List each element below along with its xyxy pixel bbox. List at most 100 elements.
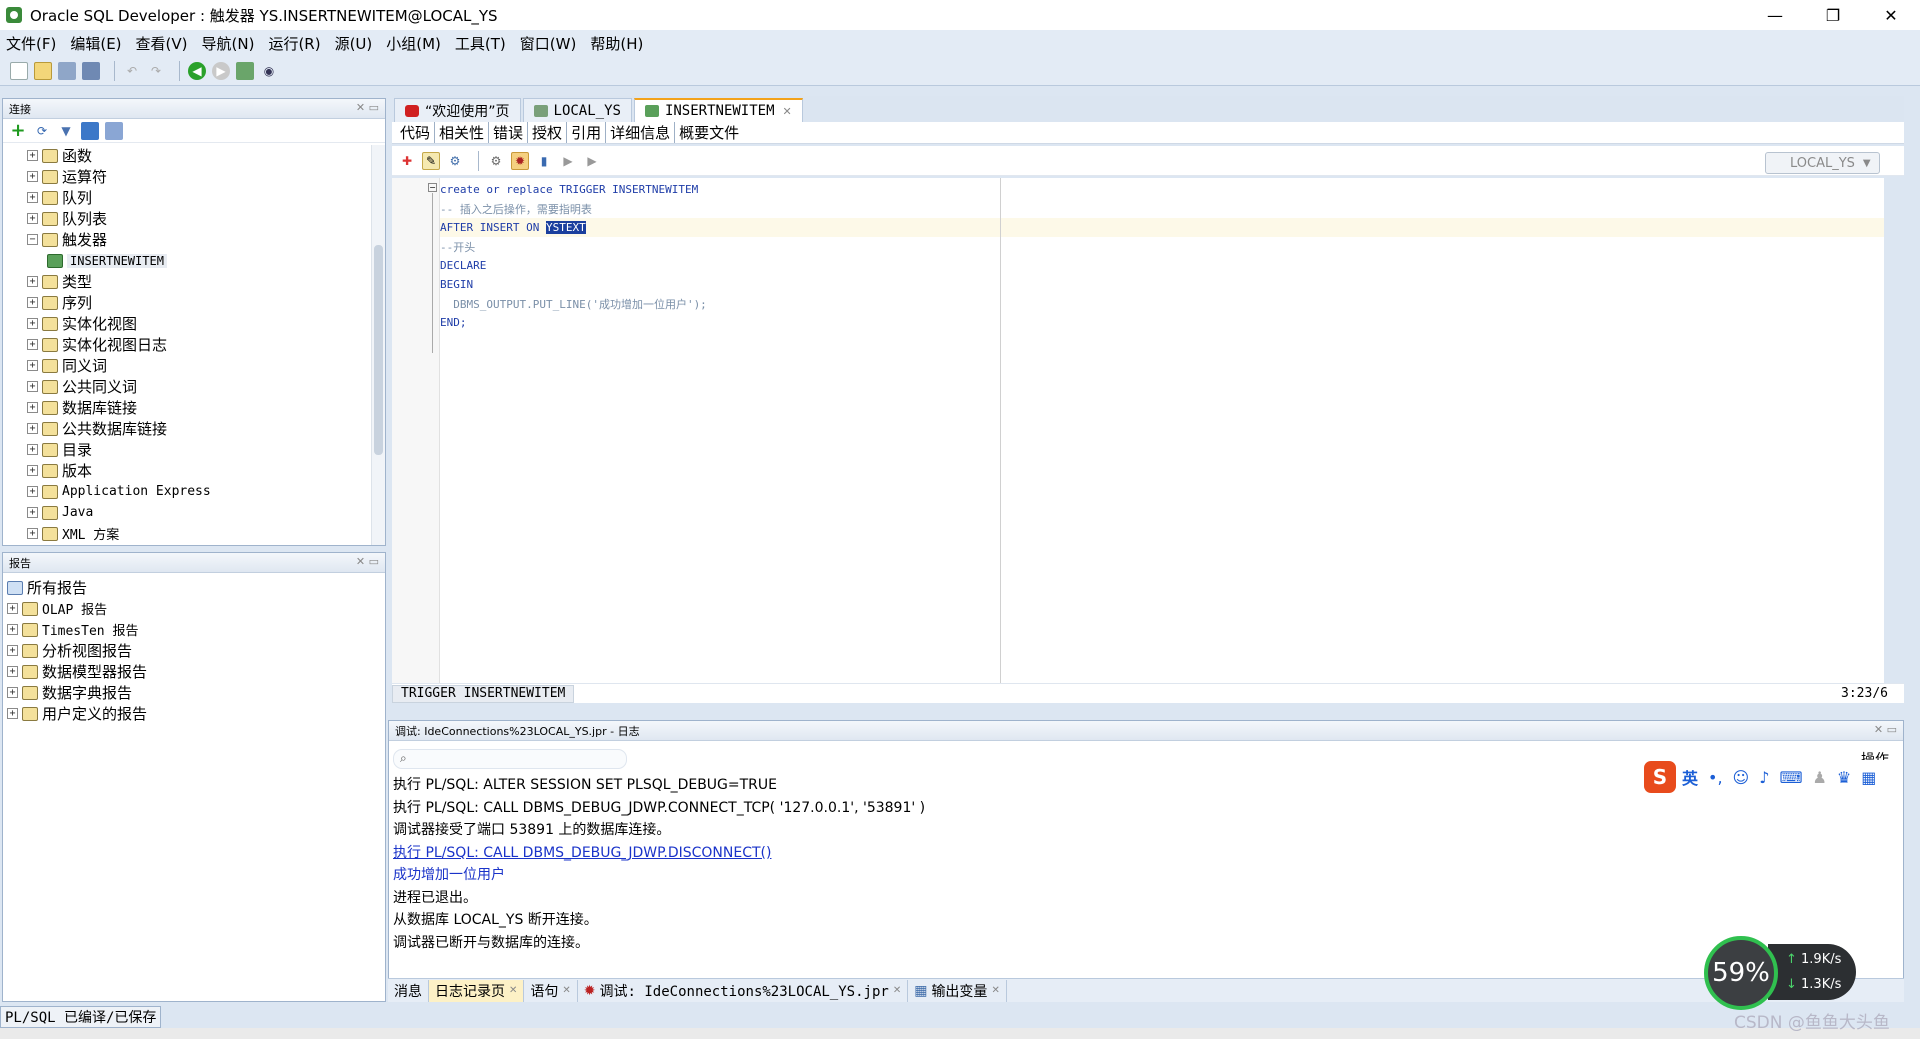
punctuation-icon[interactable]: •, <box>1708 768 1723 787</box>
code-line[interactable]: create or replace TRIGGER INSERTNEWITEM <box>440 180 698 199</box>
expand-icon[interactable]: + <box>7 603 18 614</box>
expand-icon[interactable]: + <box>27 381 38 392</box>
menu-edit[interactable]: 编辑(E) <box>70 33 121 54</box>
tree-item[interactable]: + 队列表 <box>27 208 372 229</box>
menu-tools[interactable]: 工具(T) <box>455 33 506 54</box>
tab-statements[interactable]: 语句 ✕ <box>524 979 578 1002</box>
tree-item[interactable]: + 同义词 <box>27 355 372 376</box>
tree-item[interactable]: + 公共数据库链接 <box>27 418 372 439</box>
schema-browser-icon[interactable] <box>81 121 99 140</box>
edit-icon[interactable]: ✎ <box>422 151 440 170</box>
report-item[interactable]: + 用户定义的报告 <box>7 703 147 724</box>
close-tab-icon[interactable]: ✕ <box>562 985 570 996</box>
emoji-icon[interactable]: ☺ <box>1733 768 1750 787</box>
panel-close-icon[interactable]: ✕ ▭ <box>356 555 379 568</box>
bookmark-icon[interactable]: ▮ <box>535 152 553 170</box>
subtab-details[interactable]: 详细信息 <box>606 122 676 143</box>
menu-help[interactable]: 帮助(H) <box>590 33 643 54</box>
tree-item[interactable]: + 数据库链接 <box>27 397 372 418</box>
save-icon[interactable] <box>58 61 76 80</box>
close-tab-icon[interactable]: ✕ <box>509 985 517 996</box>
compile-icon[interactable]: ⚙ <box>446 152 464 170</box>
pin-icon[interactable]: ✚ <box>398 152 416 170</box>
tree-item[interactable]: + 运算符 <box>27 166 372 187</box>
add-connection-icon[interactable]: + <box>9 120 27 141</box>
tab-local-ys[interactable]: LOCAL_YS <box>522 98 632 122</box>
close-tab-icon[interactable]: ✕ <box>783 105 792 118</box>
tree-item[interactable]: + 目录 <box>27 439 372 460</box>
expand-icon[interactable]: + <box>27 297 38 308</box>
minimize-button[interactable]: — <box>1746 0 1804 30</box>
expand-icon[interactable]: + <box>27 150 38 161</box>
sogou-logo-icon[interactable]: S <box>1644 761 1676 793</box>
redo-icon[interactable]: ↷ <box>147 62 165 80</box>
report-item[interactable]: + 数据字典报告 <box>7 682 147 703</box>
expand-icon[interactable]: + <box>27 192 38 203</box>
expand-icon[interactable]: + <box>27 444 38 455</box>
menu-navigate[interactable]: 导航(N) <box>202 33 255 54</box>
prev-bookmark-icon[interactable]: ▶ <box>559 152 577 170</box>
tab-welcome[interactable]: “欢迎使用”页 <box>394 98 521 122</box>
next-bookmark-icon[interactable]: ▶ <box>583 152 601 170</box>
tree-item[interactable]: + 版本 <box>27 460 372 481</box>
connections-scrollbar[interactable] <box>371 145 385 545</box>
code-editor[interactable]: − create or replace TRIGGER INSERTNEWITE… <box>392 178 1884 683</box>
expand-icon[interactable]: + <box>7 708 18 719</box>
tree-item[interactable]: INSERTNEWITEM <box>27 250 372 271</box>
expand-icon[interactable]: + <box>7 645 18 656</box>
report-item[interactable]: + 数据模型器报告 <box>7 661 147 682</box>
fold-icon[interactable]: − <box>428 183 437 192</box>
back-icon[interactable]: ◀ <box>188 61 206 80</box>
tab-logging-page[interactable]: 日志记录页 ✕ <box>429 979 525 1002</box>
tree-item[interactable]: + 队列 <box>27 187 372 208</box>
subtab-profiles[interactable]: 概要文件 <box>675 122 743 143</box>
report-item[interactable]: + 分析视图报告 <box>7 640 147 661</box>
code-line[interactable]: BEGIN <box>440 275 473 294</box>
expand-icon[interactable]: + <box>27 318 38 329</box>
tab-insertnewitem[interactable]: INSERTNEWITEM ✕ <box>633 98 803 122</box>
expand-icon[interactable]: + <box>27 402 38 413</box>
panel-close-icon[interactable]: ✕ ▭ <box>1874 723 1897 736</box>
menu-team[interactable]: 小组(M) <box>386 33 441 54</box>
close-tab-icon[interactable]: ✕ <box>991 985 999 996</box>
code-line[interactable]: AFTER INSERT ON YSTEXT <box>440 218 586 237</box>
close-tab-icon[interactable]: ✕ <box>893 985 901 996</box>
log-line[interactable]: 执行 PL/SQL: CALL DBMS_DEBUG_JDWP.DISCONNE… <box>393 841 925 864</box>
shirt-icon[interactable]: ♛ <box>1837 768 1851 787</box>
tab-messages[interactable]: 消息 <box>388 979 429 1002</box>
tree-item[interactable]: + Java <box>27 502 372 523</box>
code-line[interactable]: DECLARE <box>440 256 486 275</box>
tree-item[interactable]: + 实体化视图 <box>27 313 372 334</box>
network-monitor[interactable]: ↑ 1.9K/s ↓ 1.3K/s 59% <box>1704 936 1856 1010</box>
panel-close-icon[interactable]: ✕ ▭ <box>356 101 379 114</box>
code-line[interactable]: -- 插入之后操作，需要指明表 <box>440 199 592 218</box>
collapse-icon[interactable]: − <box>27 234 38 245</box>
ime-language[interactable]: 英 <box>1682 765 1698 789</box>
filter-icon[interactable]: ▼ <box>57 122 75 140</box>
subtab-code[interactable]: 代码 <box>396 122 436 143</box>
expand-icon[interactable]: + <box>7 666 18 677</box>
ime-toolbar[interactable]: S 英 •, ☺ ♪ ⌨ ♟ ♛ ▦ <box>1640 760 1900 794</box>
trigger-status-tab[interactable]: TRIGGER INSERTNEWITEM <box>392 684 575 703</box>
reports-root[interactable]: 所有报告 <box>7 577 147 598</box>
code-line[interactable]: END; <box>440 313 467 332</box>
open-icon[interactable] <box>34 61 52 80</box>
expand-icon[interactable]: + <box>27 486 38 497</box>
grid-icon[interactable]: ▦ <box>1861 768 1876 787</box>
refresh-icon[interactable]: ⟳ <box>33 122 51 140</box>
binoculars-icon[interactable]: ◉ <box>260 62 278 80</box>
tree-item[interactable]: + 序列 <box>27 292 372 313</box>
scrollbar-thumb[interactable] <box>374 245 383 455</box>
code-line[interactable]: --开头 <box>440 237 475 256</box>
connections-icon[interactable] <box>105 121 123 140</box>
tree-item[interactable]: + 实体化视图日志 <box>27 334 372 355</box>
expand-icon[interactable]: + <box>27 276 38 287</box>
code-line[interactable]: DBMS_OUTPUT.PUT_LINE('成功增加一位用户'); <box>440 294 707 313</box>
expand-icon[interactable]: + <box>27 213 38 224</box>
tree-item[interactable]: + 公共同义词 <box>27 376 372 397</box>
subtab-references[interactable]: 引用 <box>567 122 607 143</box>
menu-view[interactable]: 查看(V) <box>136 33 188 54</box>
expand-icon[interactable]: + <box>27 171 38 182</box>
menu-run[interactable]: 运行(R) <box>268 33 320 54</box>
menu-source[interactable]: 源(U) <box>335 33 373 54</box>
